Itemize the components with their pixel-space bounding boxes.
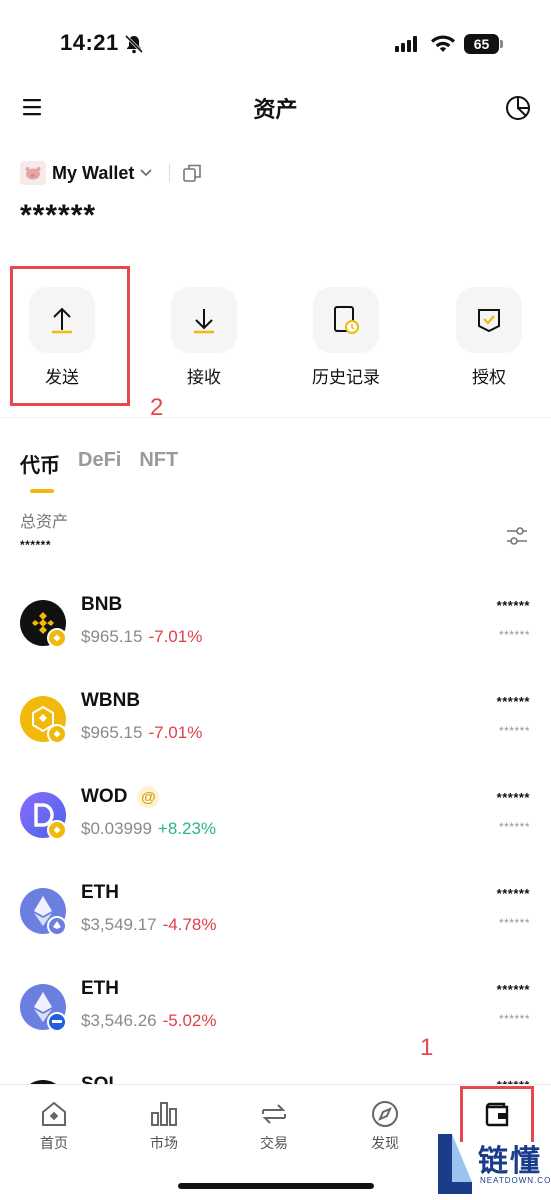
send-highlight-box xyxy=(10,266,130,406)
watermark-logo: 链懂 NEATDOWN.COM xyxy=(436,1130,551,1200)
token-price: $0.03999 xyxy=(81,819,152,838)
token-price: $3,546.26 xyxy=(81,1011,157,1030)
bsc-chain-badge-icon xyxy=(47,724,67,744)
home-icon xyxy=(42,1101,66,1126)
token-change: +8.23% xyxy=(157,819,217,838)
page-title: 资产 xyxy=(253,97,298,122)
annotation-step-1: 1 xyxy=(420,1034,434,1061)
bsc-chain-badge-icon xyxy=(47,820,67,840)
token-row-wod[interactable]: WOD @ $0.03999 +8.23% ****** ****** xyxy=(0,784,551,880)
token-symbol: WBNB xyxy=(81,690,141,711)
tab-tokens[interactable]: 代币 xyxy=(20,449,60,478)
wallet-balance: ****** xyxy=(20,199,97,232)
token-amount: ****** xyxy=(496,982,530,997)
market-icon xyxy=(151,1102,177,1126)
history-icon xyxy=(313,287,379,353)
token-amount: ****** xyxy=(496,598,530,613)
watermark-subtext: NEATDOWN.COM xyxy=(480,1176,551,1185)
shield-check-icon xyxy=(456,287,522,353)
history-label: 历史记录 xyxy=(312,368,380,387)
token-value: ****** xyxy=(498,916,530,930)
tab-nft[interactable]: NFT xyxy=(139,449,178,478)
authorize-button[interactable]: 授权 xyxy=(424,287,551,388)
battery-indicator: 65 xyxy=(464,34,504,54)
eth-chain-badge-icon xyxy=(47,916,67,936)
nav-market[interactable]: 市场 xyxy=(124,1099,204,1153)
signal-icon xyxy=(395,36,417,52)
token-symbol: BNB xyxy=(81,594,123,615)
token-price: $965.15 xyxy=(81,627,143,646)
tab-defi[interactable]: DeFi xyxy=(78,449,121,478)
swap-icon xyxy=(262,1104,286,1124)
asset-tabs: 代币 DeFi NFT xyxy=(20,449,196,478)
token-change: -7.01% xyxy=(148,723,203,742)
token-symbol: ETH xyxy=(81,882,119,903)
active-tab-indicator xyxy=(30,489,54,493)
wallet-name: My Wallet xyxy=(52,162,135,183)
receive-button[interactable]: 接收 xyxy=(139,287,269,388)
status-time: 14:21 xyxy=(60,30,119,55)
nav-discover[interactable]: 发现 xyxy=(345,1099,425,1153)
total-assets-value: ****** xyxy=(20,538,52,552)
token-value: ****** xyxy=(498,628,530,642)
bsc-chain-badge-icon xyxy=(47,628,67,648)
token-row-eth[interactable]: ETH $3,549.17 -4.78% ****** ****** xyxy=(0,880,551,976)
pie-chart-icon[interactable] xyxy=(505,95,531,121)
battery-level: 65 xyxy=(464,34,499,54)
nav-home-label: 首页 xyxy=(40,1135,68,1151)
nav-trade-label: 交易 xyxy=(260,1135,288,1151)
token-value: ****** xyxy=(498,724,530,738)
watermark-text: 链懂 xyxy=(478,1145,542,1178)
nav-discover-label: 发现 xyxy=(371,1135,399,1151)
pig-avatar-icon xyxy=(20,161,46,185)
authorize-label: 授权 xyxy=(472,368,506,387)
compass-icon xyxy=(372,1101,398,1127)
chevron-down-icon xyxy=(140,169,152,177)
arrow-down-icon xyxy=(171,287,237,353)
filter-icon[interactable] xyxy=(505,524,529,548)
wallet-selector[interactable]: My Wallet xyxy=(20,157,202,189)
token-amount: ****** xyxy=(496,790,530,805)
token-value: ****** xyxy=(498,820,530,834)
token-row-wbnb[interactable]: WBNB $965.15 -7.01% ****** ****** xyxy=(0,688,551,784)
token-row-bnb[interactable]: BNB $965.15 -7.01% ****** ****** xyxy=(0,592,551,688)
nav-trade[interactable]: 交易 xyxy=(234,1099,314,1153)
nav-home[interactable]: 首页 xyxy=(14,1099,94,1153)
token-value: ****** xyxy=(498,1012,530,1026)
base-chain-badge-icon xyxy=(47,1012,67,1032)
section-divider xyxy=(0,417,551,418)
total-assets-label: 总资产 xyxy=(20,514,69,531)
token-amount: ****** xyxy=(496,694,530,709)
watermark-l-icon xyxy=(438,1134,472,1194)
token-amount: ****** xyxy=(496,886,530,901)
history-button[interactable]: 历史记录 xyxy=(281,287,411,388)
nav-market-label: 市场 xyxy=(150,1135,178,1151)
token-symbol: ETH xyxy=(81,978,119,999)
token-change: -5.02% xyxy=(162,1011,217,1030)
receive-label: 接收 xyxy=(187,368,221,387)
bell-off-icon xyxy=(124,34,144,54)
token-price: $965.15 xyxy=(81,723,143,742)
at-badge-icon: @ xyxy=(137,786,160,808)
wifi-icon xyxy=(431,35,455,52)
home-indicator xyxy=(178,1183,374,1189)
token-price: $3,549.17 xyxy=(81,915,157,934)
token-symbol: WOD xyxy=(81,786,128,807)
copy-icon[interactable] xyxy=(182,163,202,183)
token-change: -4.78% xyxy=(162,915,217,934)
token-row-eth-base[interactable]: ETH $3,546.26 -5.02% ****** ****** xyxy=(0,976,551,1072)
token-change: -7.01% xyxy=(148,627,203,646)
